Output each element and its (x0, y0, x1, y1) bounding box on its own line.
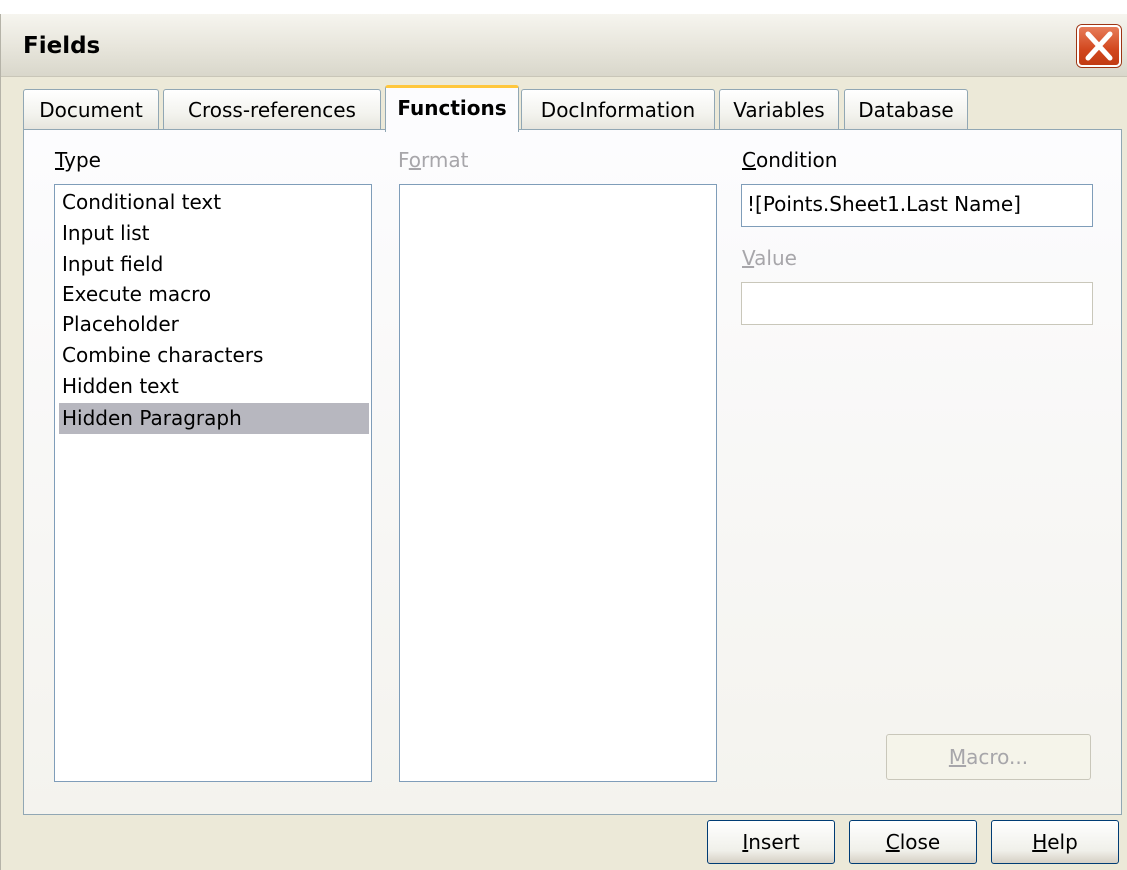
tab-label: Functions (397, 96, 507, 120)
fields-dialog: Fields Document Cross-references Functio… (0, 14, 1127, 870)
tab-label: Cross-references (188, 98, 356, 122)
macro-button[interactable]: Macro... (886, 734, 1091, 780)
format-listbox[interactable] (399, 184, 717, 782)
tab-cross-references[interactable]: Cross-references (163, 89, 381, 130)
functions-tab-panel: Type Conditional text Input list Input f… (23, 129, 1122, 815)
list-item[interactable]: Input field (59, 249, 163, 280)
list-item[interactable]: Hidden text (59, 371, 179, 402)
tab-functions[interactable]: Functions (385, 85, 519, 132)
list-item[interactable]: Combine characters (59, 340, 263, 371)
tab-database[interactable]: Database (844, 89, 968, 130)
tab-label: DocInformation (540, 98, 696, 122)
tab-variables[interactable]: Variables (719, 89, 839, 130)
close-button[interactable]: Close (849, 820, 977, 864)
value-label: Value (742, 246, 797, 270)
list-item[interactable]: Conditional text (59, 187, 221, 218)
insert-button[interactable]: Insert (707, 820, 835, 864)
list-item[interactable]: Placeholder (59, 309, 179, 340)
tab-document[interactable]: Document (23, 89, 159, 130)
list-item[interactable]: Execute macro (59, 279, 211, 310)
close-x-icon[interactable] (1077, 25, 1121, 67)
tab-label: Variables (733, 98, 825, 122)
list-item[interactable]: Input list (59, 218, 150, 249)
condition-input[interactable]: ![Points.Sheet1.Last Name] (741, 184, 1093, 227)
list-item-selected[interactable]: Hidden Paragraph (59, 403, 369, 434)
tab-label: Database (858, 98, 954, 122)
title-bar[interactable]: Fields (1, 14, 1127, 77)
help-button[interactable]: Help (991, 820, 1119, 864)
dialog-title: Fields (23, 33, 101, 59)
type-label: Type (55, 148, 101, 172)
type-listbox[interactable]: Conditional text Input list Input field … (54, 184, 372, 782)
tab-docinformation[interactable]: DocInformation (521, 89, 715, 130)
tab-label: Document (39, 98, 143, 122)
format-label: Format (398, 148, 469, 172)
condition-label: Condition (742, 148, 838, 172)
value-input[interactable] (741, 282, 1093, 325)
